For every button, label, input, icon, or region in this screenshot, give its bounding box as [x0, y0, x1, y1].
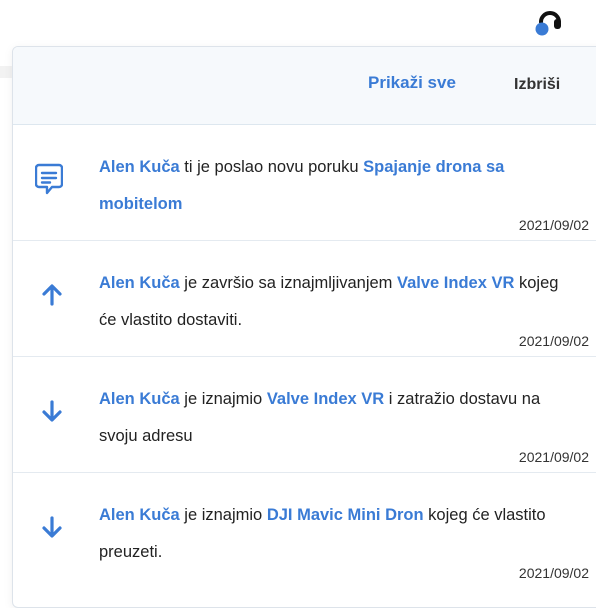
item-link[interactable]: Valve Index VR [397, 274, 514, 292]
notification-date: 2021/09/02 [518, 449, 589, 465]
arrow-down-icon [42, 516, 62, 538]
notifications-header: Prikaži sve Izbriši [13, 47, 596, 125]
item-link[interactable]: Valve Index VR [267, 390, 384, 408]
notification-message: ti je poslao novu poruku [179, 158, 364, 176]
notification-message: je iznajmio [179, 506, 267, 524]
notification-item[interactable]: Alen Kuča je završio sa iznajmljivanjem … [13, 241, 596, 357]
arrow-down-icon [42, 400, 62, 422]
notification-text: Alen Kuča je iznajmio DJI Mavic Mini Dro… [99, 497, 579, 571]
notification-text: Alen Kuča je iznajmio Valve Index VR i z… [99, 381, 579, 455]
notification-item[interactable]: Alen Kuča je iznajmio Valve Index VR i z… [13, 357, 596, 473]
delete-all-button[interactable]: Izbriši [514, 76, 560, 94]
notification-message: je iznajmio [179, 390, 267, 408]
user-link[interactable]: Alen Kuča [99, 274, 180, 292]
item-link[interactable]: DJI Mavic Mini Dron [267, 506, 424, 524]
notification-date: 2021/09/02 [518, 333, 589, 349]
notification-date: 2021/09/02 [518, 217, 589, 233]
notification-item[interactable]: Alen Kuča ti je poslao novu poruku Spaja… [13, 125, 596, 241]
notification-message: je završio sa iznajmljivanjem [179, 274, 398, 292]
message-icon [34, 163, 64, 195]
notification-text: Alen Kuča ti je poslao novu poruku Spaja… [99, 149, 579, 223]
user-link[interactable]: Alen Kuča [99, 158, 180, 176]
show-all-link[interactable]: Prikaži sve [368, 73, 456, 93]
support-headset-icon[interactable] [532, 2, 568, 38]
notification-item[interactable]: Alen Kuča je iznajmio DJI Mavic Mini Dro… [13, 473, 596, 588]
arrow-up-icon [42, 284, 62, 306]
notifications-panel: Prikaži sve Izbriši Alen Kuča ti je posl… [12, 46, 596, 608]
background-strip [0, 66, 12, 78]
notification-date: 2021/09/02 [518, 565, 589, 581]
user-link[interactable]: Alen Kuča [99, 390, 180, 408]
user-link[interactable]: Alen Kuča [99, 506, 180, 524]
notification-text: Alen Kuča je završio sa iznajmljivanjem … [99, 265, 579, 339]
